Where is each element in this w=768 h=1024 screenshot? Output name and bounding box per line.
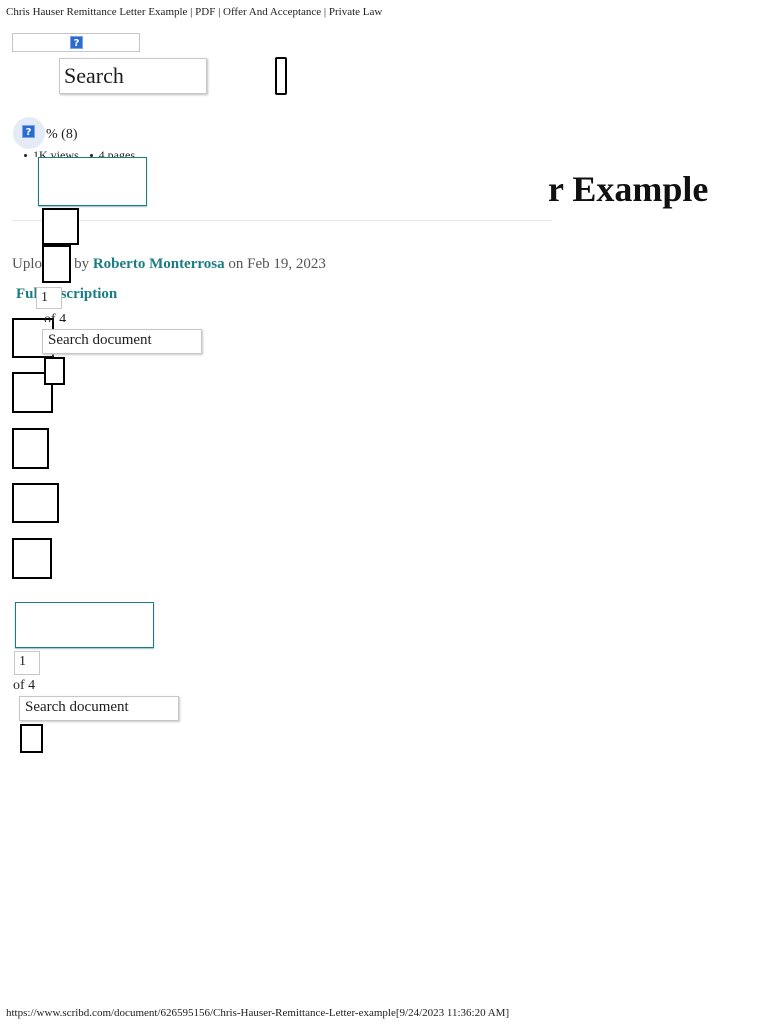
- print-button[interactable]: [12, 428, 49, 469]
- rating-icon: ?: [22, 125, 35, 138]
- page-number-input[interactable]: 1: [36, 287, 62, 309]
- download-button[interactable]: [38, 157, 147, 206]
- download-button-secondary[interactable]: [15, 602, 154, 648]
- document-title: r Example: [548, 169, 709, 209]
- top-nav-bar[interactable]: ?: [12, 33, 140, 52]
- pages-count: 4 pages: [98, 149, 135, 157]
- search-document-input[interactable]: Search document: [42, 329, 202, 354]
- help-icon: ?: [70, 36, 83, 49]
- full-description-link[interactable]: Full description: [16, 286, 117, 303]
- page-number-input-secondary[interactable]: 1: [14, 651, 40, 675]
- bullet-icon: [24, 153, 27, 157]
- embed-button[interactable]: [12, 483, 59, 523]
- page-count-label: of 4: [44, 312, 67, 322]
- document-meta: 1K views 4 pages: [24, 149, 164, 157]
- report-button[interactable]: [12, 538, 52, 579]
- fullscreen-button[interactable]: [42, 208, 79, 245]
- viewer-menu-button-secondary[interactable]: [20, 724, 43, 753]
- rating-badge[interactable]: ?: [13, 117, 45, 149]
- upload-date: on Feb 19, 2023: [228, 256, 326, 272]
- print-footer-url: https://www.scribd.com/document/62659515…: [6, 1007, 510, 1019]
- zoom-button[interactable]: [42, 245, 71, 283]
- site-search-input[interactable]: Search: [59, 58, 207, 94]
- rating-text: % (8): [46, 127, 78, 142]
- search-document-input-secondary[interactable]: Search document: [19, 696, 179, 721]
- print-header-title: Chris Hauser Remittance Letter Example |…: [6, 6, 383, 18]
- search-submit-button[interactable]: [275, 57, 287, 95]
- views-count: 1K views: [33, 149, 79, 157]
- viewer-menu-button[interactable]: [44, 357, 65, 385]
- page-count-label-secondary: of 4: [13, 678, 36, 693]
- divider: [12, 220, 552, 221]
- author-link[interactable]: Roberto Monterrosa: [93, 256, 225, 272]
